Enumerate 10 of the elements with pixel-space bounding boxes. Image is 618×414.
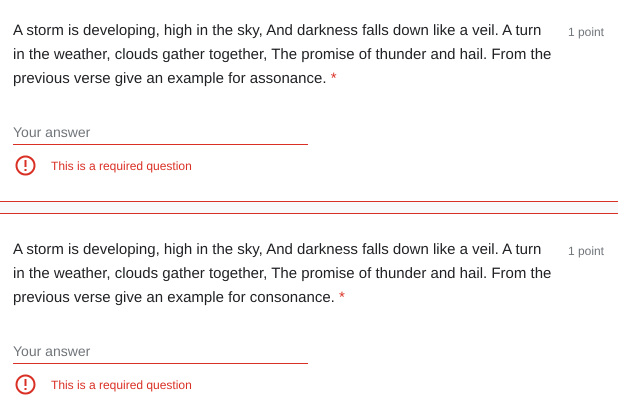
question-text: A storm is developing, high in the sky, And darkness falls down like a veil. A turn in the weather, clouds gather together, The promise of thunder and hail. From the previous verse give an example for consonance. *	[13, 240, 552, 308]
question-text: A storm is developing, high in the sky, And darkness falls down like a veil. A turn in the weather, clouds gather together, The promise of thunder and hail. From the previous verse give an example for assonance. *	[13, 21, 552, 89]
error-icon	[15, 155, 36, 176]
error-icon	[15, 374, 36, 395]
error-message: This is a required question	[51, 376, 192, 394]
answer-field[interactable]: Your answer	[13, 338, 308, 364]
points-label: 1 point	[568, 243, 604, 260]
error-message: This is a required question	[51, 158, 192, 174]
answer-field[interactable]: Your answer	[13, 119, 308, 145]
points-label: 1 point	[568, 24, 604, 41]
